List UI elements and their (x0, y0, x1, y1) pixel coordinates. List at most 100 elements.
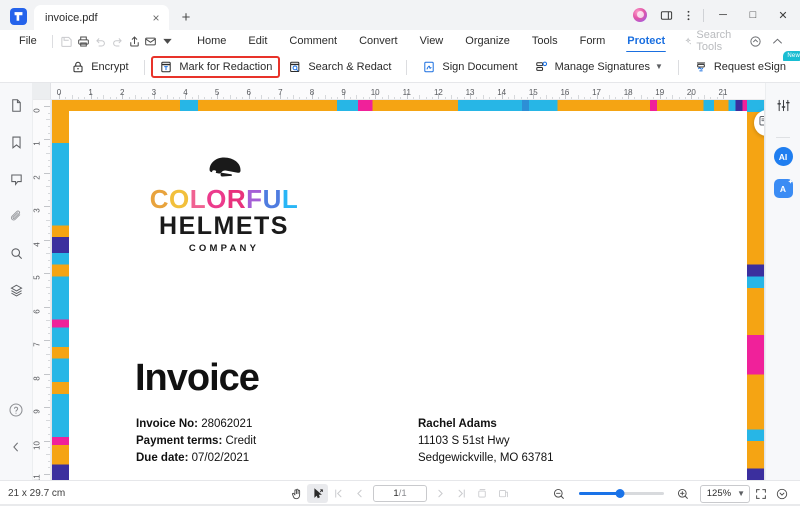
help-icon[interactable] (4, 398, 28, 422)
last-page-icon[interactable] (451, 484, 472, 503)
ruler-label: 12 (433, 88, 443, 97)
ruler-label: 13 (465, 88, 475, 97)
email-icon[interactable] (142, 32, 159, 50)
bill-to-address-line2: Sedgewickville, MO 63781 (418, 452, 554, 464)
properties-icon[interactable] (771, 93, 795, 117)
fit-page-icon[interactable] (750, 484, 771, 503)
previous-page-icon[interactable] (349, 484, 370, 503)
mark-for-redaction-button[interactable]: Mark for Redaction (151, 56, 281, 78)
quick-access-dropdown-icon[interactable] (159, 32, 176, 50)
ruler-minor-tick (47, 226, 50, 228)
search-and-redact-button[interactable]: Search & Redact (280, 56, 399, 78)
search-icon[interactable] (4, 241, 28, 265)
ruler-minor-tick (147, 96, 149, 99)
ruler-minor-tick (507, 96, 509, 99)
ruler-minor-tick (47, 300, 50, 302)
thumbnails-icon[interactable] (4, 93, 28, 117)
ai-assistant-button[interactable]: AI (773, 147, 793, 166)
ruler-minor-tick (368, 96, 370, 99)
logo-letter: R (226, 184, 247, 214)
zoom-level-select[interactable]: 125% ▼ (699, 484, 750, 503)
ruler-label: 10 (33, 440, 42, 450)
comment-icon[interactable] (4, 167, 28, 191)
menu-item-organize[interactable]: Organize (454, 32, 521, 50)
sign-document-button[interactable]: Sign Document (414, 56, 525, 78)
search-and-redact-label: Search & Redact (308, 61, 392, 73)
encrypt-button[interactable]: Encrypt (63, 56, 136, 78)
menu-item-comment[interactable]: Comment (278, 32, 348, 50)
ruler-minor-tick (666, 96, 668, 99)
save-icon[interactable] (59, 32, 76, 50)
menu-item-convert[interactable]: Convert (348, 32, 409, 50)
application-window: invoice.pdf × + ─ □ ✕ File Home Edit Com… (0, 0, 800, 506)
ruler-minor-tick (634, 96, 636, 99)
menu-right-icons (744, 32, 794, 50)
avatar[interactable] (633, 8, 647, 22)
zoom-slider-handle[interactable] (615, 489, 625, 498)
hand-tool-icon[interactable] (286, 484, 307, 503)
minimize-button[interactable]: ─ (708, 0, 738, 30)
ruler-tick (44, 440, 50, 442)
ruler-minor-tick (46, 453, 50, 455)
total-pages: 1 (401, 488, 407, 499)
menu-item-form[interactable]: Form (569, 32, 617, 50)
menu-item-file[interactable]: File (10, 33, 46, 49)
logo-company-text: COMPANY (188, 242, 260, 254)
redo-icon[interactable] (109, 32, 126, 50)
new-tab-button[interactable]: + (176, 7, 196, 27)
menu-item-tools[interactable]: Tools (521, 32, 569, 50)
zoom-out-icon[interactable] (549, 484, 570, 503)
ruler-minor-tick (47, 213, 50, 215)
logo-letter: L (281, 184, 299, 214)
layers-icon[interactable] (4, 278, 28, 302)
menu-item-home[interactable]: Home (186, 32, 237, 50)
search-tools[interactable]: Search Tools (684, 29, 744, 53)
select-tool-icon[interactable] (307, 484, 328, 503)
sparkle-icon: ✦ (787, 179, 794, 186)
ruler-minor-tick (46, 186, 50, 188)
border-top (52, 100, 764, 111)
ruler-minor-tick (47, 146, 50, 148)
ruler-label: 0 (33, 108, 42, 113)
panel-toggle-icon[interactable] (655, 4, 677, 26)
menu-item-edit[interactable]: Edit (237, 32, 278, 50)
ruler-minor-tick (47, 360, 50, 362)
share-icon[interactable] (126, 32, 143, 50)
view-mode-icon[interactable] (771, 484, 792, 503)
due-date-row: Due date: 07/02/2021 (136, 450, 256, 467)
translate-button[interactable]: A ✦ (773, 179, 794, 198)
menu-item-view[interactable]: View (409, 32, 455, 50)
bookmark-icon[interactable] (4, 130, 28, 154)
chevron-down-icon: ▼ (655, 62, 663, 71)
menu-item-protect[interactable]: Protect (616, 32, 676, 53)
request-esign-button[interactable]: Request eSign New (686, 51, 800, 78)
divider (677, 59, 679, 75)
zoom-slider[interactable] (578, 488, 664, 500)
rotate-page-icon[interactable] (472, 484, 493, 503)
collapse-sidebar-icon[interactable] (4, 435, 28, 459)
ruler-label: 11 (402, 88, 411, 97)
close-tab-icon[interactable]: × (149, 11, 163, 25)
undo-icon[interactable] (92, 32, 109, 50)
page-layout-icon[interactable] (493, 484, 514, 503)
pdf-page[interactable]: COLORFUL HELMETS COMPANY Invoice Invoice (52, 100, 764, 480)
more-options-icon[interactable] (677, 4, 699, 26)
ruler-minor-tick (349, 96, 351, 99)
cloud-icon[interactable] (744, 32, 766, 50)
ruler-minor-tick (444, 96, 446, 99)
document-tab[interactable]: invoice.pdf × (34, 5, 169, 30)
ruler-minor-tick (47, 333, 50, 335)
close-window-button[interactable]: ✕ (768, 0, 798, 30)
print-icon[interactable] (75, 32, 92, 50)
manage-signatures-button[interactable]: Manage Signatures ▼ (526, 56, 671, 78)
page-canvas[interactable]: COLORFUL HELMETS COMPANY Invoice Invoice (51, 100, 765, 480)
bill-to-name: Rachel Adams (418, 418, 497, 430)
first-page-icon[interactable] (328, 484, 349, 503)
maximize-button[interactable]: □ (738, 0, 768, 30)
page-number-input[interactable]: 1 / 1 (373, 485, 427, 502)
collapse-ribbon-icon[interactable] (766, 32, 788, 50)
zoom-in-icon[interactable] (673, 484, 694, 503)
ruler-minor-tick (425, 96, 427, 99)
attachment-icon[interactable] (4, 204, 28, 228)
next-page-icon[interactable] (430, 484, 451, 503)
